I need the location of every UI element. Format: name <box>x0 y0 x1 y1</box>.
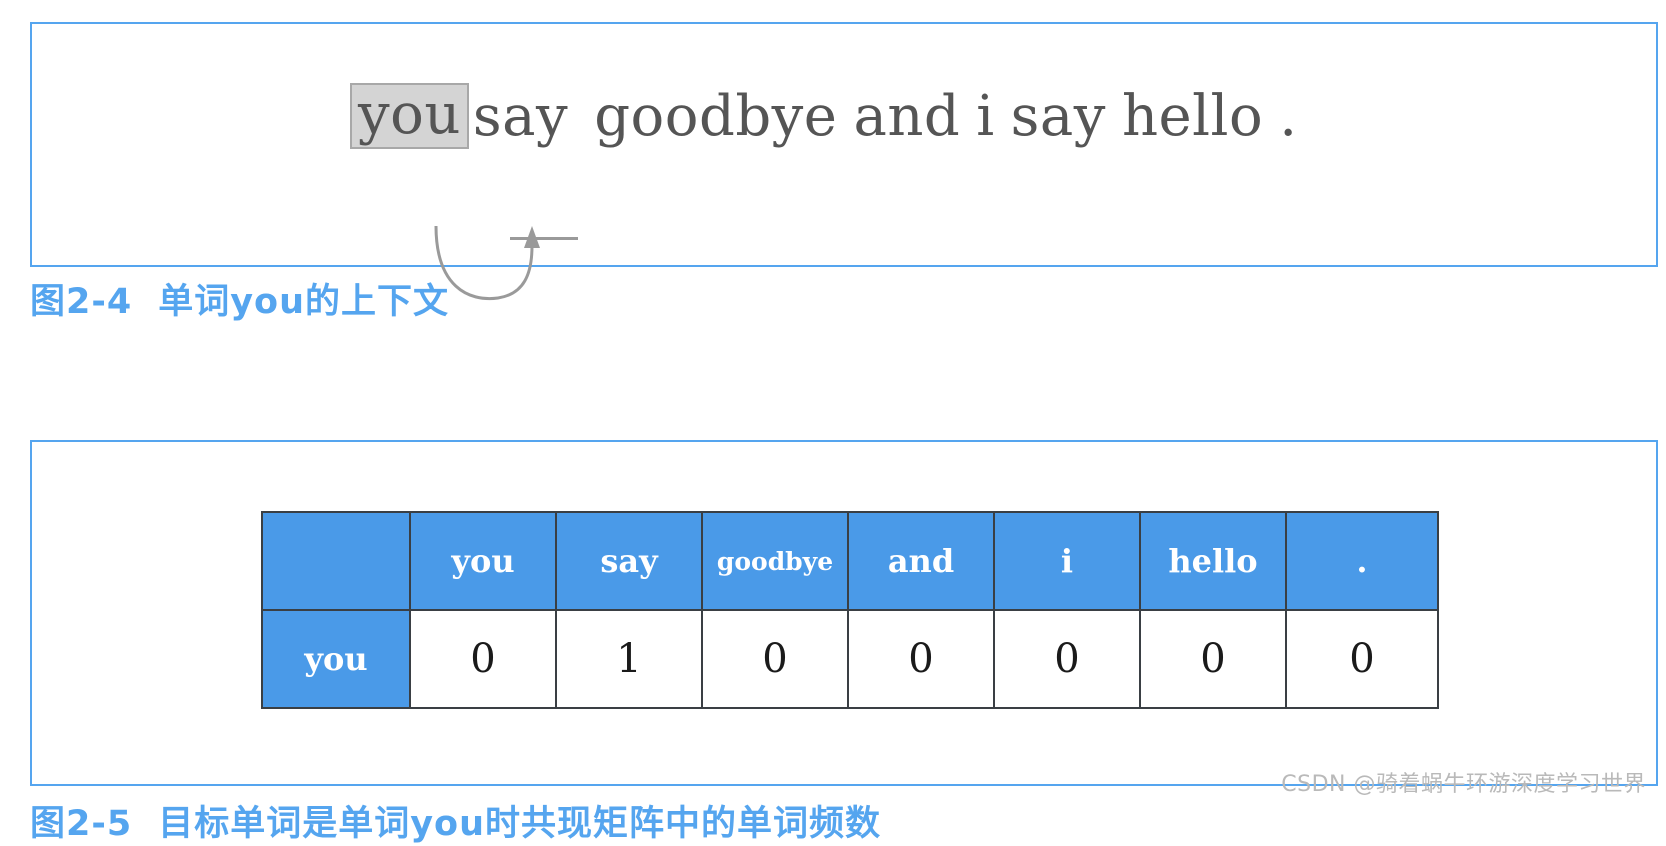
cooccurrence-matrix-table: you say goodbye and i hello . you 0 1 0 … <box>261 511 1439 709</box>
sentence-token-hello: hello <box>1121 84 1264 149</box>
sentence-token-say-second: say <box>1010 84 1106 149</box>
cell-you-hello: 0 <box>1139 609 1287 709</box>
cell-you-and: 0 <box>847 609 995 709</box>
column-header-goodbye: goodbye <box>701 511 849 611</box>
column-header-i: i <box>993 511 1141 611</box>
csdn-watermark: CSDN @骑着蜗牛环游深度学习世界 <box>1281 772 1646 797</box>
column-header-period: . <box>1285 511 1439 611</box>
cell-you-period: 0 <box>1285 609 1439 709</box>
sentence-text: you say goodbye and i say hello. <box>350 83 1298 151</box>
matrix-corner-cell <box>261 511 411 611</box>
figure-box-context-sentence: you say goodbye and i say hello. <box>30 22 1658 301</box>
sentence-token-goodbye: goodbye <box>594 84 838 149</box>
figure-2-caption-number: 图2-5 <box>30 804 133 844</box>
figure-1-caption-text: 单词you的上下文 <box>158 282 450 322</box>
figure-2-caption-text: 目标单词是单词you时共现矩阵中的单词频数 <box>158 804 882 844</box>
sentence-token-you-highlighted: you <box>350 83 469 149</box>
sentence-token-period: . <box>1279 84 1298 149</box>
sentence-token-i: i <box>976 84 995 149</box>
cell-you-i: 0 <box>993 609 1141 709</box>
figure-1-caption: 图2-4 单词you的上下文 <box>30 273 449 324</box>
page-root: you say goodbye and i say hello. 图2-4 单词you的上下文 <box>0 0 1666 844</box>
column-header-say: say <box>555 511 703 611</box>
figure-1-caption-number: 图2-4 <box>30 282 133 322</box>
sentence-token-say-underlined: say <box>472 84 569 149</box>
sentence-token-and: and <box>853 84 961 149</box>
figure-box-cooccurrence-matrix: you say goodbye and i hello . you 0 1 0 … <box>30 440 1658 786</box>
sentence-illustration: you say goodbye and i say hello. <box>32 83 1656 301</box>
cooccurrence-matrix-wrapper: you say goodbye and i hello . you 0 1 0 … <box>261 511 1656 709</box>
table-row: you 0 1 0 0 0 0 0 <box>261 609 1439 709</box>
cell-you-goodbye: 0 <box>701 609 849 709</box>
table-header-row: you say goodbye and i hello . <box>261 511 1439 611</box>
column-header-and: and <box>847 511 995 611</box>
column-header-hello: hello <box>1139 511 1287 611</box>
row-header-you: you <box>261 609 411 709</box>
cell-you-you: 0 <box>409 609 557 709</box>
column-header-you: you <box>409 511 557 611</box>
cell-you-say: 1 <box>555 609 703 709</box>
figure-2-caption: 图2-5 目标单词是单词you时共现矩阵中的单词频数 <box>30 795 881 846</box>
